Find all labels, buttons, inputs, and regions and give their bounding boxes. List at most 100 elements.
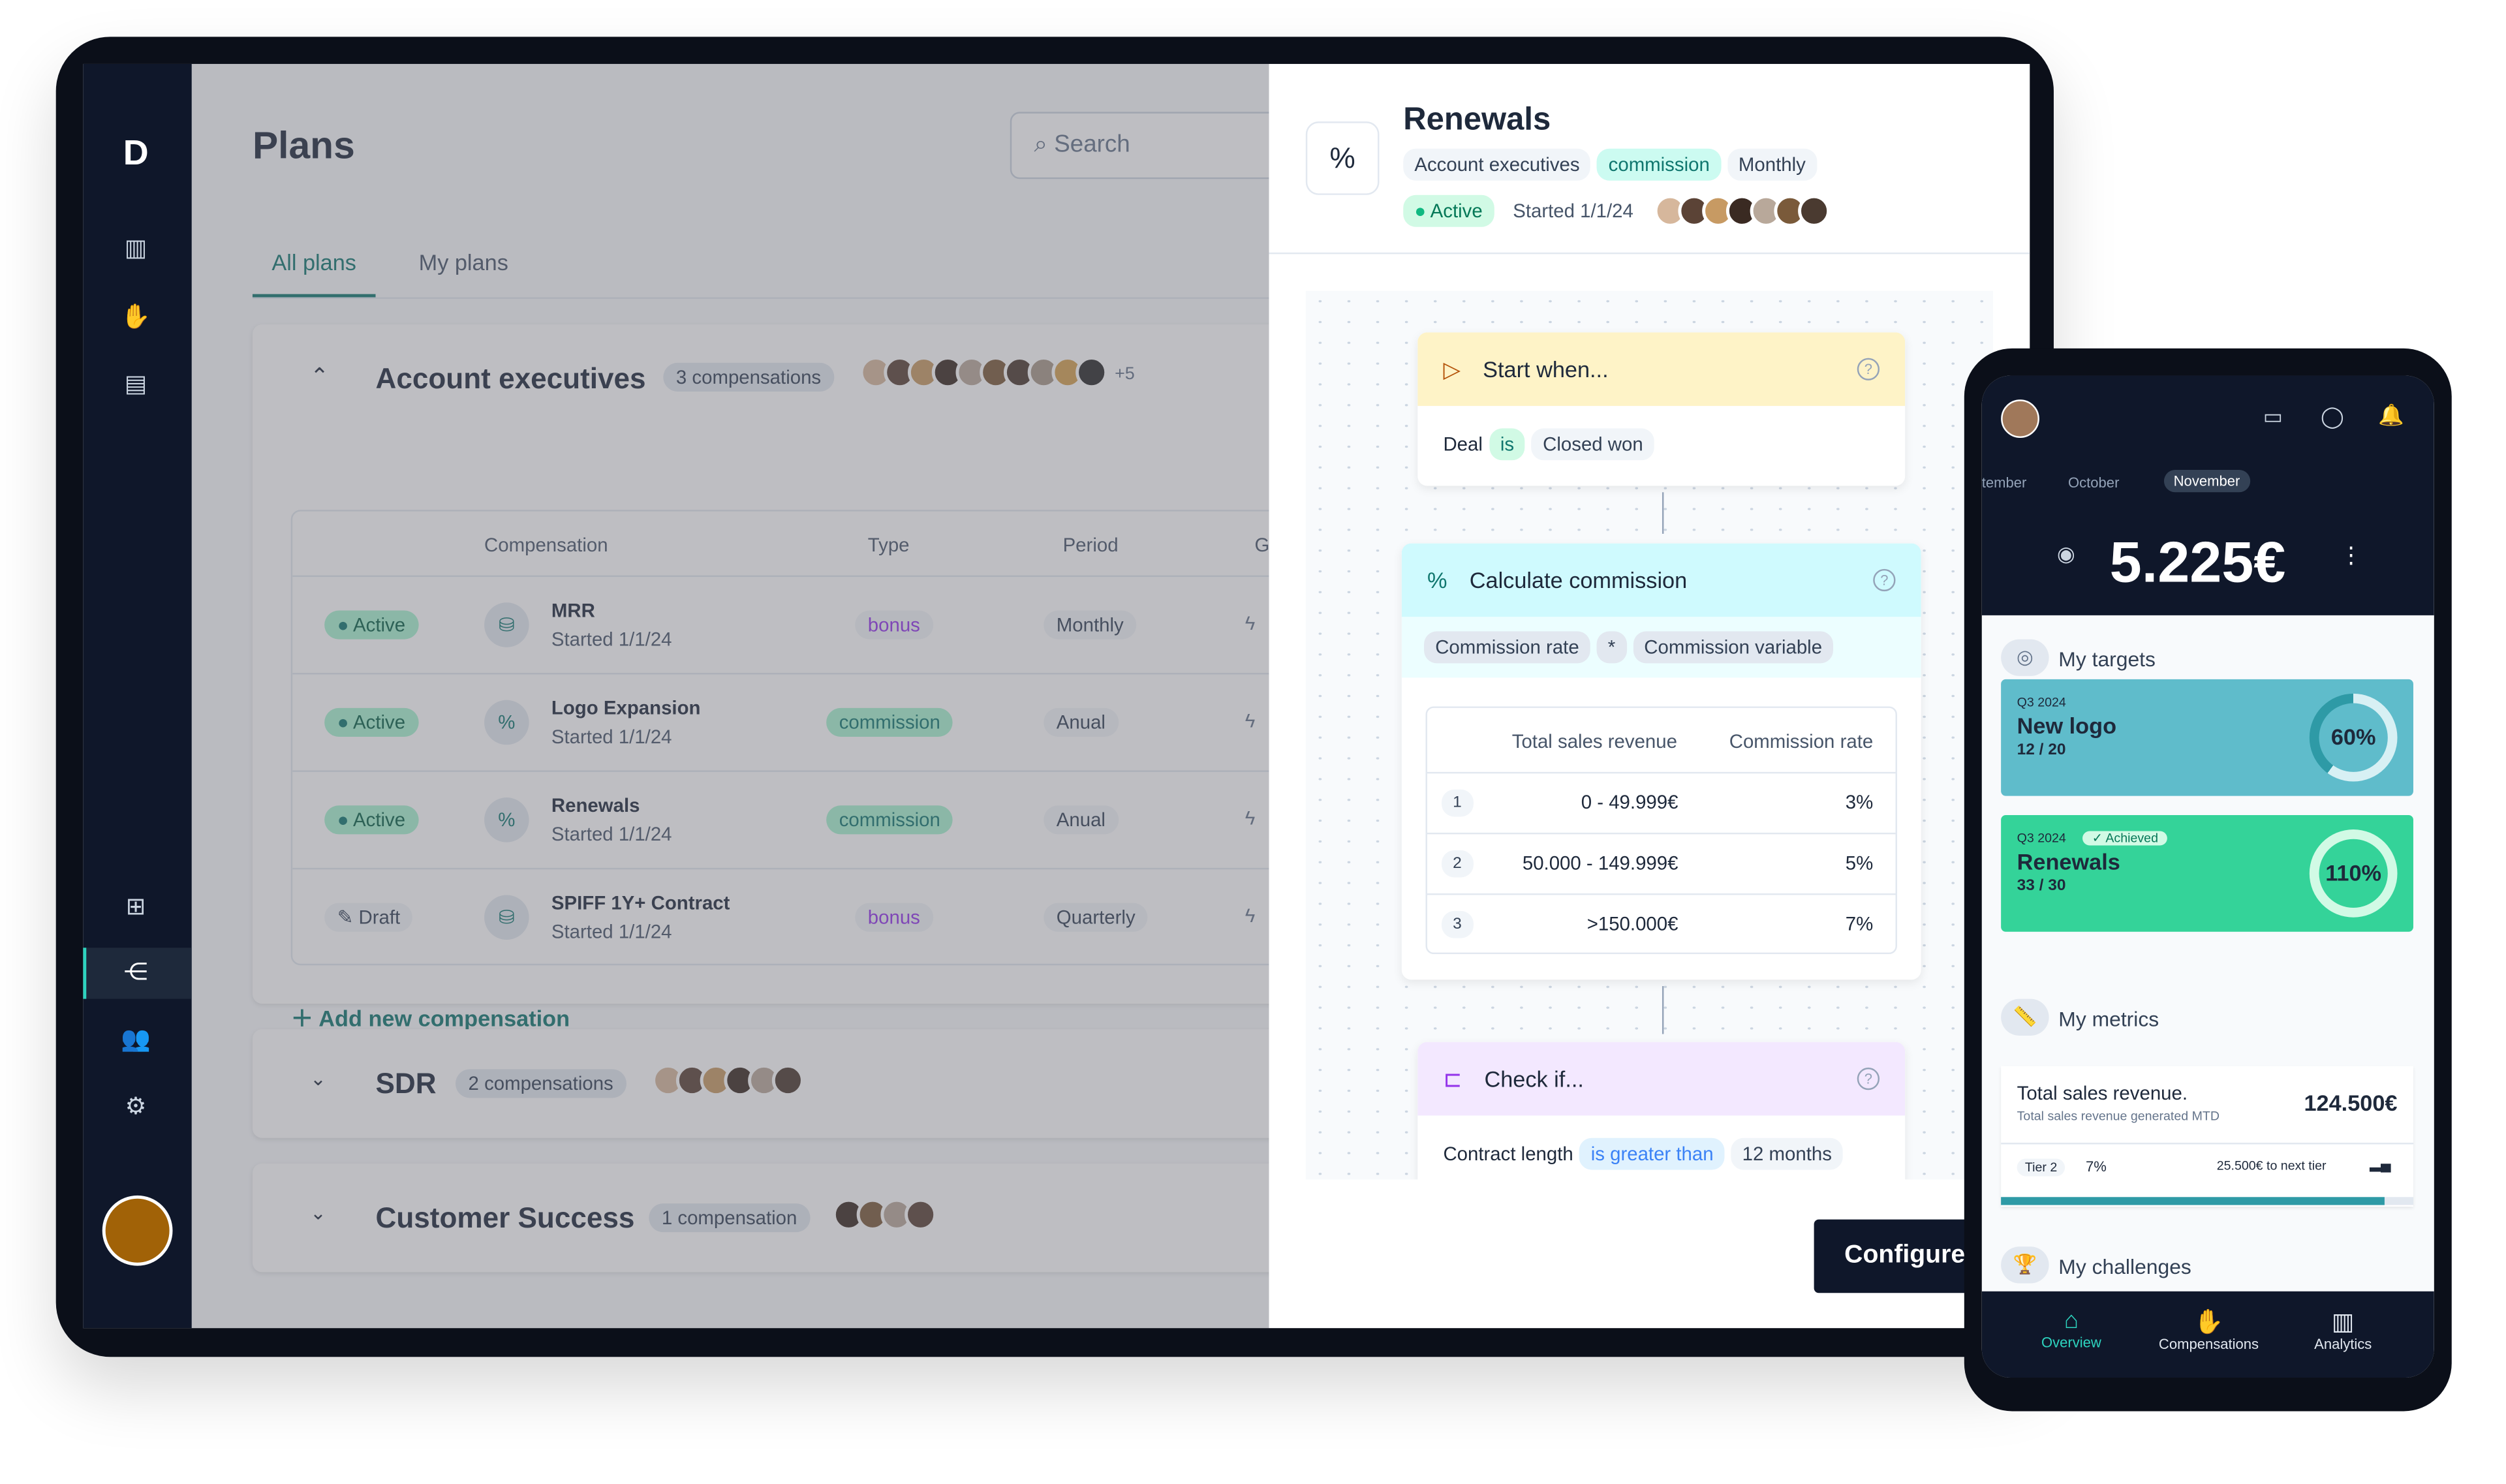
nav-compensations[interactable]: ✋ Compensations [2145,1307,2273,1352]
column-header: Commission rate [1729,730,1874,753]
start-date: Started 1/1/24 [1513,200,1633,223]
connector-arrow [1662,986,1664,1034]
more-icon[interactable]: ⋮ [2340,542,2362,569]
detail-meta: ● Active Started 1/1/24 [1403,194,1831,227]
tier-progress-fill [2001,1197,2385,1205]
phone-screen: ▭ ◯ 🔔 tember October November ◉ 5.225€ ⋮… [1981,375,2434,1378]
tier-rate: 5% [1845,852,1874,874]
bell-icon[interactable]: 🔔 [2378,403,2404,428]
percent-icon: % [1305,121,1380,195]
help-icon[interactable]: ? [1857,358,1880,380]
condition-operator[interactable]: is greater than [1579,1137,1725,1170]
tier-row[interactable]: 1 0 - 49.999€ 3% [1427,771,1896,833]
help-icon[interactable]: ? [1873,568,1896,592]
tier-row[interactable]: 3 >150.000€ 7% [1427,893,1896,954]
percent-icon: % [1427,567,1447,593]
start-when-node[interactable]: ▷ Start when...? Deal is Closed won [1417,332,1906,486]
help-icon[interactable]: ? [1857,1067,1880,1090]
calculate-commission-node[interactable]: % Calculate commission? Commission rate * C… [1401,543,1921,980]
target-percent: 60% [2330,724,2376,750]
status-badge: ● Active [1403,194,1494,227]
connector-arrow [1662,492,1664,534]
metric-value: 124.500€ [2304,1090,2398,1116]
status-label: Active [1430,200,1483,223]
compensation-icon[interactable]: ✋ [118,300,153,335]
formula-operator[interactable]: * [1596,631,1627,664]
formula-term[interactable]: Commission rate [1424,631,1590,664]
workflow-icon[interactable]: ⋲ [118,956,153,991]
progress-ring: 110% [2309,829,2398,918]
nav-label: Overview [2041,1334,2101,1351]
users-icon[interactable]: 👥 [118,1023,153,1058]
tier-table: Total sales revenue Commission rate 1 0 … [1425,706,1897,955]
tier-range: 0 - 49.999€ [1581,791,1678,814]
target-period: Q3 2024 [2017,831,2066,846]
tier-row[interactable]: 2 50.000 - 149.999€ 5% [1427,832,1896,893]
modal-backdrop[interactable] [191,63,1269,1329]
condition-value[interactable]: 12 months [1731,1137,1844,1170]
dashboard-icon[interactable]: ▥ [118,232,153,267]
period-tag: Monthly [1727,148,1817,181]
plan-detail-panel: % Renewals Account executives commission M… [1269,63,2030,1329]
mobile-header: ▭ ◯ 🔔 tember October November ◉ 5.225€ ⋮ [1981,375,2434,615]
compensation-icon: ✋ [2193,1308,2224,1337]
tier-rate: 7% [2085,1158,2107,1175]
org-chart-icon[interactable]: ⊞ [118,890,153,925]
chat-icon[interactable]: ◯ [2321,405,2344,430]
configure-button[interactable]: Configure [1814,1219,1990,1293]
section-title: My challenges [2058,1254,2191,1279]
formula-term[interactable]: Commission variable [1633,631,1834,664]
tier-number: 2 [1441,850,1473,878]
detail-tags: Account executives commission Monthly [1403,148,1823,181]
column-header: Total sales revenue [1511,730,1677,753]
target-percent: 110% [2325,859,2382,886]
badge-label: Achieved [2105,831,2158,846]
inbox-icon[interactable]: ▭ [2263,405,2283,430]
tablet-screen: D ▥ ✋ ▤ ⊞ ⋲ 👥 ⚙ Plans ⌕ Search All plans… [83,63,2030,1329]
tier-range: 50.000 - 149.999€ [1522,852,1678,874]
check-if-node[interactable]: ⊏ Check if...? Contract length is greater … [1417,1042,1906,1202]
bottom-nav: ⌂ Overview ✋ Compensations ▥ Analytics [1981,1291,2434,1378]
status-dot-icon: ● [1414,200,1427,223]
next-tier-text: 25.500€ to next tier [2216,1158,2327,1173]
metric-title: Total sales revenue. [2017,1081,2188,1105]
divider [1269,252,2030,255]
sidebar: D ▥ ✋ ▤ ⊞ ⋲ 👥 ⚙ [83,63,192,1329]
analytics-icon: ▥ [2331,1308,2355,1337]
section-title: My metrics [2058,1006,2159,1031]
month-tab[interactable]: tember [1982,474,2027,490]
metric-card[interactable]: Total sales revenue. Total sales revenue… [2001,1066,2413,1207]
condition-operator[interactable]: is [1489,428,1526,461]
tier-number: 3 [1441,910,1473,938]
ruler-icon: 📏 [2001,998,2049,1036]
nav-analytics[interactable]: ▥ Analytics [2295,1307,2391,1352]
nav-overview[interactable]: ⌂ Overview [2023,1307,2119,1350]
eye-icon[interactable]: ◉ [2057,542,2075,567]
tag: Account executives [1403,148,1591,181]
trophy-icon: 🏆 [2001,1246,2049,1284]
condition-field: Contract length [1443,1143,1573,1166]
avatar[interactable] [2001,399,2039,439]
target-card-renewals[interactable]: Q3 2024 ✓ Achieved Renewals 33 / 30 110% [2001,814,2413,932]
tier-number: 1 [1441,789,1473,817]
avatar[interactable] [102,1195,173,1266]
achieved-badge: ✓ Achieved [2082,831,2168,846]
month-tab-selected[interactable]: November [2163,470,2250,493]
progress-ring: 60% [2309,693,2398,782]
logo-icon: D [123,132,149,173]
settings-icon[interactable]: ⚙ [118,1090,153,1125]
tier-range: >150.000€ [1586,912,1678,935]
bar-chart-icon[interactable]: ▂▄ [2370,1156,2391,1173]
target-icon: ◎ [2001,639,2049,676]
condition-value[interactable]: Closed won [1532,428,1654,461]
month-tab[interactable]: October [2068,474,2119,490]
branch-icon: ⊏ [1443,1065,1462,1091]
tier-badge: Tier 2 [2017,1158,2065,1177]
tier-progress-track [2001,1197,2413,1205]
metric-subtitle: Total sales revenue generated MTD [2017,1109,2220,1124]
detail-title: Renewals [1403,102,1551,138]
avatar-group [1654,194,1831,227]
condition-field: Deal [1443,433,1483,456]
target-card-new-logo[interactable]: Q3 2024 New logo 12 / 20 60% [2001,679,2413,796]
document-icon[interactable]: ▤ [118,367,153,403]
